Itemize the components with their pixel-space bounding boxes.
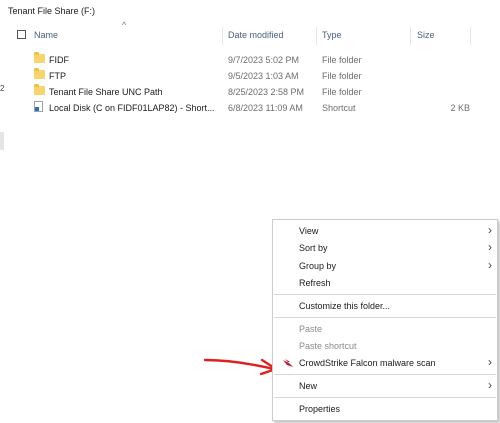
menu-separator — [274, 397, 496, 398]
menu-item-label: Properties — [299, 404, 341, 414]
menu-item-paste-shortcut: Paste shortcut — [273, 338, 497, 356]
menu-item-crowdstrike-scan[interactable]: CrowdStrike Falcon malware scan › — [273, 355, 497, 373]
column-divider[interactable] — [410, 27, 411, 45]
folder-icon — [34, 52, 45, 63]
crowdstrike-falcon-icon — [283, 359, 293, 367]
chevron-right-icon: › — [488, 223, 492, 237]
chevron-right-icon: › — [488, 240, 492, 254]
file-name: Tenant File Share UNC Path — [49, 87, 163, 97]
chevron-right-icon: › — [488, 355, 492, 369]
folder-icon — [34, 84, 45, 95]
file-row-unc-path[interactable]: Tenant File Share UNC Path 8/25/2023 2:5… — [30, 84, 470, 100]
chevron-right-icon: › — [488, 378, 492, 392]
chevron-right-icon: › — [488, 258, 492, 272]
file-size: 2 KB — [450, 103, 470, 113]
column-divider[interactable] — [316, 27, 317, 45]
menu-item-label: Paste shortcut — [299, 341, 357, 351]
menu-item-new[interactable]: New › — [273, 378, 497, 396]
column-divider[interactable] — [222, 27, 223, 45]
sort-up-icon: ^ — [122, 20, 127, 30]
menu-item-group-by[interactable]: Group by › — [273, 258, 497, 276]
folder-icon — [34, 68, 45, 79]
file-type: File folder — [322, 71, 362, 81]
menu-separator — [274, 294, 496, 295]
file-date: 8/25/2023 2:58 PM — [228, 87, 305, 97]
menu-item-paste: Paste — [273, 321, 497, 339]
nav-pane-selected-item[interactable] — [0, 132, 4, 150]
menu-item-label: Refresh — [299, 278, 331, 288]
file-type: File folder — [322, 55, 362, 65]
file-name: FIDF — [49, 55, 69, 65]
menu-separator — [274, 317, 496, 318]
column-type-header[interactable]: Type — [322, 30, 342, 40]
column-header: ^ Name Date modified Type Size — [8, 20, 500, 46]
navigation-pane: 2 — [0, 0, 7, 423]
menu-item-label: Customize this folder... — [299, 301, 391, 311]
menu-item-label: Sort by — [299, 243, 328, 253]
file-row-ftp[interactable]: FTP 9/5/2023 1:03 AM File folder — [30, 68, 470, 84]
file-row-local-disk-shortcut[interactable]: Local Disk (C on FIDF01LAP82) - Short...… — [30, 100, 470, 116]
column-name-header[interactable]: Name — [34, 30, 58, 40]
file-type: Shortcut — [322, 103, 356, 113]
file-row-fidf[interactable]: FIDF 9/7/2023 5:02 PM File folder — [30, 52, 470, 68]
nav-pane-mark: 2 — [0, 84, 5, 93]
menu-item-label: CrowdStrike Falcon malware scan — [299, 358, 436, 368]
file-name: Local Disk (C on FIDF01LAP82) - Short... — [49, 103, 215, 113]
menu-item-view[interactable]: View › — [273, 223, 497, 241]
file-type: File folder — [322, 87, 362, 97]
menu-item-properties[interactable]: Properties — [273, 401, 497, 419]
column-date-header[interactable]: Date modified — [228, 30, 284, 40]
file-date: 9/5/2023 1:03 AM — [228, 71, 299, 81]
shortcut-icon — [34, 101, 43, 112]
file-date: 9/7/2023 5:02 PM — [228, 55, 300, 65]
menu-item-customize-folder[interactable]: Customize this folder... — [273, 298, 497, 316]
menu-item-label: View — [299, 226, 319, 236]
column-size-header[interactable]: Size — [417, 30, 435, 40]
menu-item-label: Group by — [299, 261, 337, 271]
red-arrow-annotation — [203, 358, 278, 376]
menu-item-label: Paste — [299, 324, 323, 334]
menu-item-refresh[interactable]: Refresh — [273, 275, 497, 293]
file-date: 6/8/2023 11:09 AM — [228, 103, 303, 113]
file-name: FTP — [49, 71, 66, 81]
context-menu: View › Sort by › Group by › Refresh Cust… — [272, 219, 498, 421]
menu-separator — [274, 374, 496, 375]
window-title: Tenant File Share (F:) — [8, 6, 96, 16]
menu-item-sort-by[interactable]: Sort by › — [273, 240, 497, 258]
column-divider[interactable] — [470, 27, 471, 45]
menu-item-label: New — [299, 381, 318, 391]
